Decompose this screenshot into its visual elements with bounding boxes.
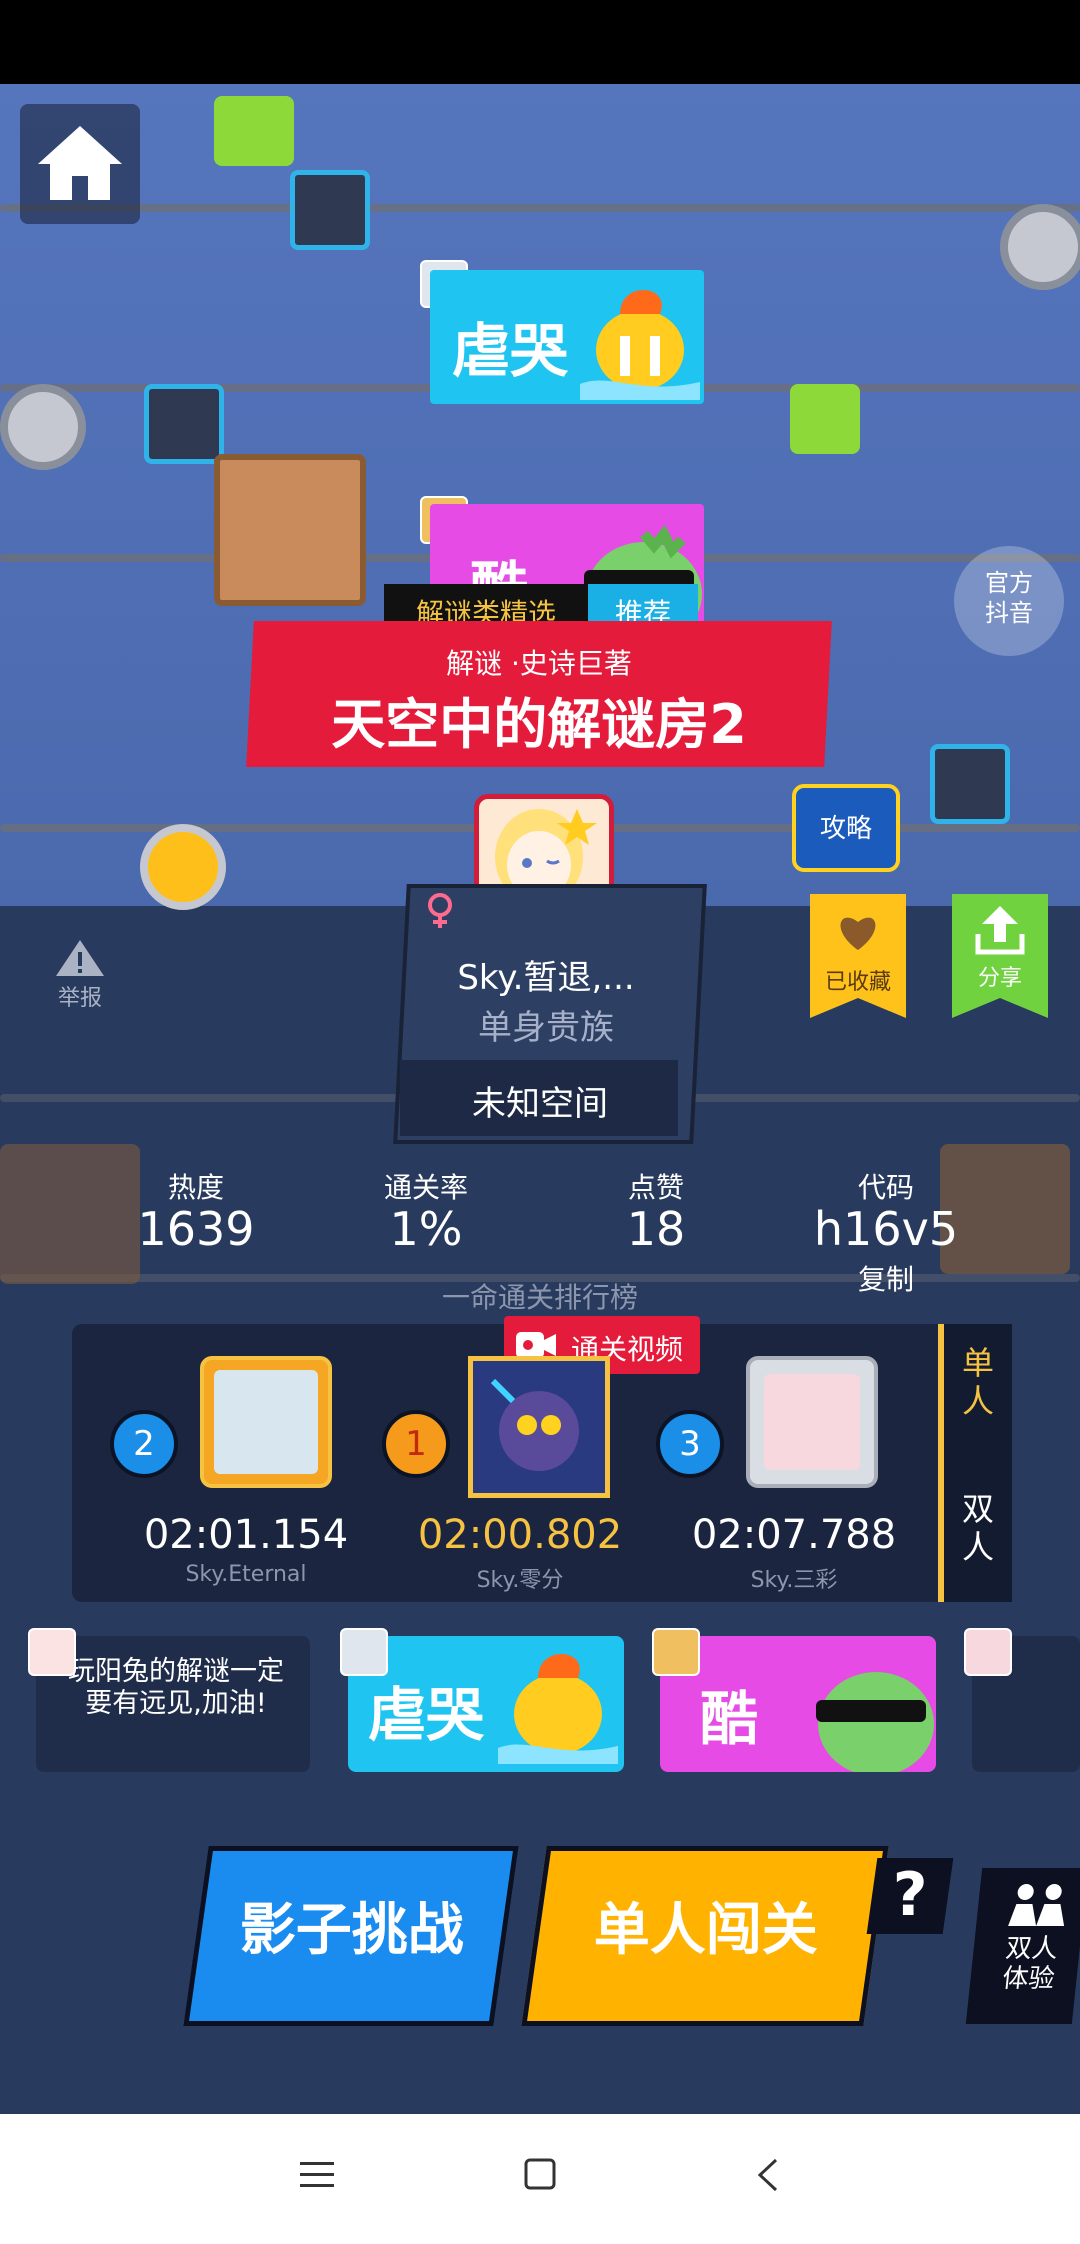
- guide-button[interactable]: 攻略: [792, 784, 900, 872]
- menu-icon[interactable]: [300, 2160, 334, 2190]
- report-label: 举报: [57, 986, 102, 1011]
- report-button[interactable]: 举报: [52, 938, 108, 1011]
- record-time: 02:01.154: [143, 1512, 349, 1558]
- rank-badge: 3: [656, 1410, 724, 1478]
- gear-icon: [140, 824, 226, 910]
- tag-author-avatar: [652, 1628, 700, 1676]
- tag-card[interactable]: 虐哭: [430, 270, 704, 404]
- official-douyin-button[interactable]: 官方 抖音: [954, 546, 1064, 656]
- comment-author-avatar: [28, 1628, 76, 1676]
- single-play-label: 单人闯关: [593, 1898, 818, 1963]
- rail: [0, 204, 1080, 212]
- like-label: 点赞: [627, 1171, 684, 1204]
- clear-rate-label: 通关率: [383, 1171, 468, 1204]
- gear-icon: [1000, 204, 1080, 290]
- code-value: h16v5: [813, 1202, 959, 1256]
- share-button[interactable]: 分享: [952, 894, 1048, 1018]
- green-block: [214, 96, 294, 166]
- status-bar: [0, 0, 1080, 84]
- favorite-label: 已收藏: [824, 970, 891, 995]
- tag-card[interactable]: 酷: [660, 1636, 936, 1772]
- tag-author-avatar: [340, 1628, 388, 1676]
- player-avatar[interactable]: [468, 1356, 610, 1498]
- author-space-label: 未知空间: [472, 1084, 608, 1124]
- player-avatar[interactable]: [200, 1356, 332, 1488]
- level-title: 天空中的解谜房2: [331, 693, 747, 756]
- guide-label: 攻略: [819, 814, 872, 844]
- rank-badge-first: 1: [382, 1410, 450, 1478]
- shadow-challenge-button[interactable]: 影子挑战: [183, 1846, 519, 2026]
- back-icon[interactable]: [756, 2158, 780, 2192]
- record-user: Sky.三彩: [750, 1568, 838, 1593]
- rank-badge: 2: [110, 1410, 178, 1478]
- crying-chick-icon: [498, 1653, 618, 1764]
- author-name: Sky.暂退,...: [457, 958, 635, 998]
- system-nav-bar: [0, 2114, 1080, 2244]
- green-block: [790, 384, 860, 454]
- home-icon[interactable]: [20, 104, 140, 224]
- tab-double[interactable]: 双 人: [944, 1490, 1012, 1566]
- record-time: 02:07.788: [691, 1512, 897, 1558]
- clear-rate-value: 1%: [389, 1202, 463, 1256]
- wooden-crate: [214, 454, 366, 606]
- record-user: Sky.零分: [476, 1568, 564, 1593]
- help-button[interactable]: ?: [866, 1858, 954, 1934]
- level-subtitle: 解谜 ·史诗巨著: [446, 647, 632, 680]
- tag-label: 虐哭: [452, 317, 569, 385]
- official-douyin-label: 官方 抖音: [985, 569, 1033, 627]
- lock-block: [290, 170, 370, 250]
- game-screen: 虐哭 酷 解谜类精选 推荐 解谜 ·史诗巨著 天空中的解谜房2 攻略 官方 抖音: [0, 84, 1080, 2114]
- warning-icon: [56, 940, 104, 976]
- leaderboard-title: 一命通关排行榜: [441, 1281, 638, 1314]
- like-value: 18: [626, 1202, 686, 1256]
- two-people-icon: [1008, 1884, 1065, 1926]
- crying-chick-icon: [580, 289, 700, 400]
- tag-label: 酷: [700, 1685, 759, 1753]
- gear-icon: [0, 384, 86, 470]
- heat-label: 热度: [167, 1171, 224, 1204]
- comment-author-avatar: [964, 1628, 1012, 1676]
- lock-block: [930, 744, 1010, 824]
- record-time: 02:00.802: [417, 1512, 623, 1558]
- copy-code-button[interactable]: 复制: [826, 1258, 946, 1298]
- duo-trial-label: 双人 体验: [1000, 1934, 1060, 1994]
- player-avatar[interactable]: [746, 1356, 878, 1488]
- duo-trial-button[interactable]: 双人 体验: [965, 1868, 1080, 2024]
- single-play-button[interactable]: 单人闯关: [521, 1846, 889, 2026]
- home-square-icon[interactable]: [524, 2158, 556, 2190]
- help-label: ?: [892, 1860, 928, 1930]
- leaderboard-side-tabs: 单 人 双 人: [938, 1324, 1012, 1602]
- tab-single[interactable]: 单 人: [944, 1344, 1012, 1420]
- tag-card[interactable]: 虐哭: [348, 1636, 624, 1772]
- female-icon: [428, 893, 452, 928]
- record-user: Sky.Eternal: [185, 1562, 307, 1587]
- comment-card[interactable]: 玩阳兔的解谜一定要有远见,加油!: [36, 1636, 310, 1772]
- heat-value: 1639: [137, 1202, 255, 1256]
- cool-dino-icon: [816, 1672, 934, 1772]
- shadow-challenge-label: 影子挑战: [239, 1898, 464, 1963]
- comment-text: 玩阳兔的解谜一定要有远见,加油!: [68, 1656, 284, 1719]
- author-rank-title: 单身贵族: [478, 1008, 614, 1048]
- lock-block: [144, 384, 224, 464]
- code-label: 代码: [857, 1171, 914, 1204]
- tag-label: 虐哭: [368, 1681, 485, 1749]
- favorite-button[interactable]: 已收藏: [810, 894, 906, 1018]
- share-label: 分享: [977, 966, 1022, 991]
